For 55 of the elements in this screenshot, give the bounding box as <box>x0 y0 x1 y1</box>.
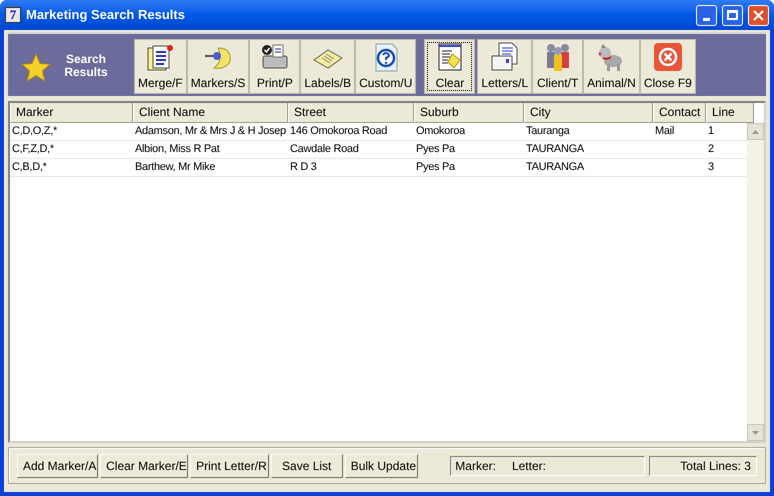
table-cell: TAURANGA <box>526 143 584 155</box>
table-cell: R D 3 <box>290 161 317 173</box>
app-icon: 7 <box>5 7 21 23</box>
table-cell: C,F,Z,D,* <box>12 143 54 155</box>
toolbar-button[interactable]: Client/T <box>532 39 584 94</box>
toolbar-button[interactable]: Clear <box>424 39 476 94</box>
marker-label: Marker: <box>455 458 496 474</box>
table-cell: C,B,D,* <box>12 161 47 173</box>
column-header[interactable]: Line <box>706 103 754 123</box>
toolbar-button[interactable]: Merge/F <box>134 39 187 94</box>
table-cell: C,D,O,Z,* <box>12 125 57 137</box>
maximize-button[interactable] <box>722 4 743 26</box>
close-button[interactable] <box>748 4 769 26</box>
table-cell: Albion, Miss R Pat <box>135 143 220 155</box>
close-icon <box>652 42 684 72</box>
column-header[interactable]: Suburb <box>414 103 524 123</box>
star-icon <box>20 52 52 84</box>
total-lines: Total Lines: 3 <box>648 456 757 476</box>
toolbar-heading: Search Results <box>63 53 109 79</box>
table-cell: Pyes Pa <box>416 161 455 173</box>
toolbar-button[interactable]: Labels/B <box>300 39 356 94</box>
letter-label: Letter: <box>512 458 546 474</box>
table-cell: Barthew, Mr Mike <box>135 161 216 173</box>
down-arrow-icon <box>752 430 759 434</box>
table-cell: 1 <box>708 125 714 137</box>
table-cell: Cawdale Road <box>290 143 359 155</box>
toolbar-button[interactable]: Markers/S <box>186 39 250 94</box>
column-header[interactable]: City <box>524 103 653 123</box>
column-header[interactable]: Marker <box>10 103 133 123</box>
table-cell: 3 <box>708 161 714 173</box>
table-cell: 146 Omokoroa Road <box>290 125 388 137</box>
table-cell: TAURANGA <box>526 161 584 173</box>
table-cell: Adamson, Mr & Mrs J & H Josep <box>135 125 286 137</box>
action-button[interactable]: Print Letter/R <box>190 454 269 478</box>
column-header[interactable]: Street <box>288 103 414 123</box>
toolbar-button[interactable]: Animal/N <box>583 39 640 94</box>
table-cell: 2 <box>708 143 714 155</box>
action-button[interactable]: Bulk Update <box>344 454 418 478</box>
window-title: Marketing Search Results <box>26 6 186 24</box>
action-button[interactable]: Clear Marker/E <box>100 454 188 478</box>
up-arrow-icon <box>752 130 759 134</box>
toolbar-button[interactable]: Close F9 <box>640 39 696 94</box>
close-icon <box>753 10 764 20</box>
minimize-button[interactable] <box>696 4 717 26</box>
toolbar-button[interactable]: Print/P <box>249 39 300 94</box>
table-cell: Tauranga <box>526 125 570 137</box>
action-button[interactable]: Add Marker/A <box>17 454 98 478</box>
table-cell: Mail <box>655 125 674 137</box>
column-header[interactable]: Client Name <box>133 103 288 123</box>
toolbar-button[interactable]: Letters/L <box>477 39 532 94</box>
table-cell: Omokoroa <box>416 125 465 137</box>
column-header[interactable]: Contact <box>653 103 706 123</box>
action-button[interactable]: Save List <box>270 454 343 478</box>
toolbar-button[interactable]: Custom/U <box>355 39 416 94</box>
table-cell: Pyes Pa <box>416 143 455 155</box>
